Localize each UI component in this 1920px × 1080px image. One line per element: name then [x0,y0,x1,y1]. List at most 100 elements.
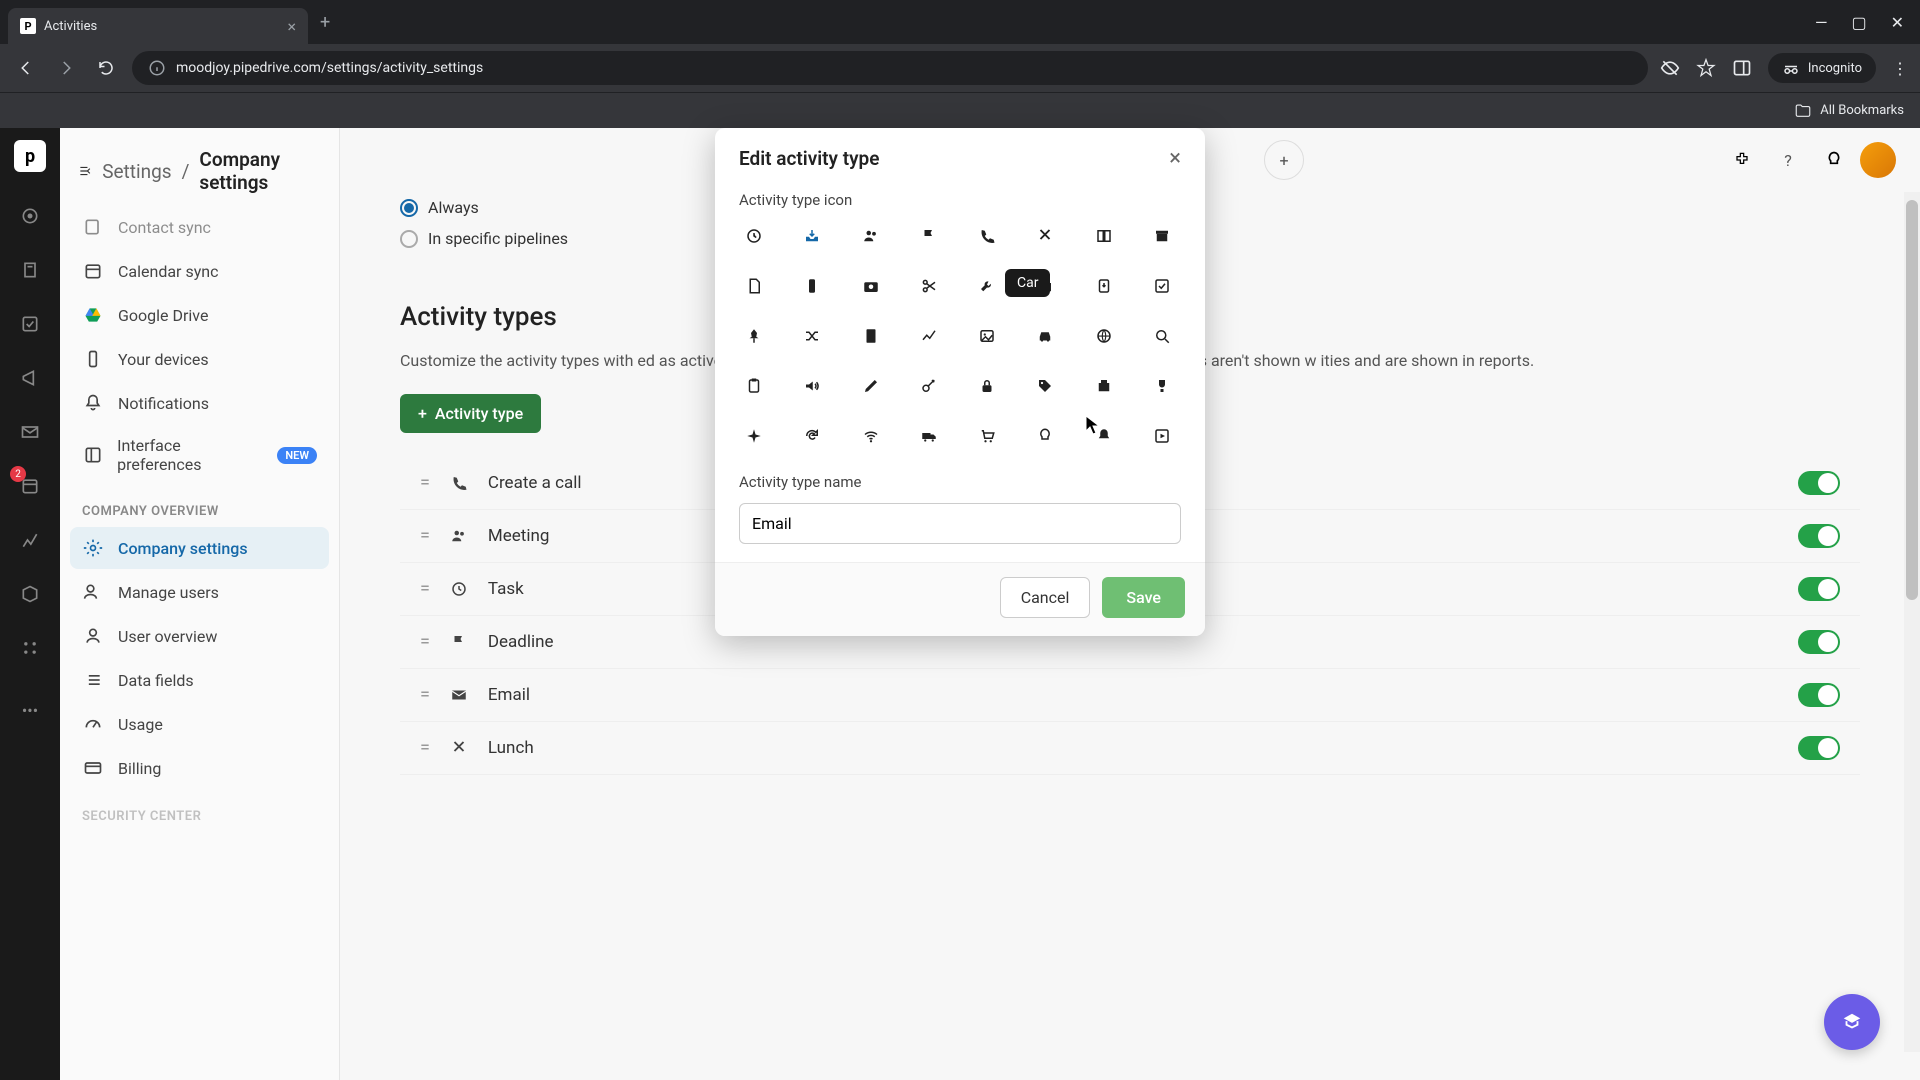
table-row[interactable]: = Lunch [400,722,1860,775]
sidebar-item-data-fields[interactable]: Data fields [70,659,329,701]
browser-tab[interactable]: P Activities × [8,8,308,44]
rail-mail-icon[interactable] [12,414,48,450]
wifi-icon[interactable] [856,421,886,451]
phone-icon[interactable] [972,221,1002,251]
cart-icon[interactable] [972,421,1002,451]
sidebar-item-interface-prefs[interactable]: Interface preferences NEW [70,426,329,484]
back-button[interactable] [12,54,40,82]
toggle-switch[interactable] [1798,577,1840,601]
lock-icon[interactable] [972,371,1002,401]
scrollbar-thumb[interactable] [1906,200,1918,600]
add-button[interactable]: + [1264,140,1304,180]
tag-icon[interactable] [1030,371,1060,401]
all-bookmarks-link[interactable]: All Bookmarks [1820,103,1904,118]
rail-box-icon[interactable] [12,576,48,612]
avatar[interactable] [1860,142,1896,178]
cancel-button[interactable]: Cancel [1000,577,1091,618]
new-tab-button[interactable]: + [320,12,330,33]
hide-eye-icon[interactable] [1660,58,1680,78]
toggle-switch[interactable] [1798,630,1840,654]
shuffle-icon[interactable] [797,321,827,351]
tab-close-icon[interactable]: × [287,17,296,36]
forward-button[interactable] [52,54,80,82]
incognito-badge[interactable]: Incognito [1768,53,1876,83]
world-icon[interactable] [1089,321,1119,351]
play-icon[interactable] [1147,421,1177,451]
volume-icon[interactable] [797,371,827,401]
reload-button[interactable] [92,54,120,82]
toggle-switch[interactable] [1798,736,1840,760]
drag-handle-icon[interactable]: = [420,684,430,705]
rail-calendar-icon[interactable]: 2 [12,468,48,504]
scissors-icon[interactable] [914,271,944,301]
breadcrumb-parent[interactable]: Settings [102,160,171,183]
sidebar-item-usage[interactable]: Usage [70,703,329,745]
activity-name-input[interactable] [739,503,1181,544]
rail-more-icon[interactable]: ••• [12,692,48,728]
drag-handle-icon[interactable]: = [420,525,430,546]
minimize-icon[interactable]: — [1815,13,1828,32]
mobile-icon[interactable] [797,271,827,301]
puzzle-icon[interactable] [1732,150,1752,170]
help-icon[interactable]: ? [1768,140,1808,180]
kebab-menu-icon[interactable]: ⋮ [1892,59,1908,78]
sidebar-item-google-drive[interactable]: Google Drive [70,294,329,336]
clipboard-icon[interactable] [739,371,769,401]
sidebar-item-calendar-sync[interactable]: Calendar sync [70,250,329,292]
book-icon[interactable] [1089,221,1119,251]
drag-handle-icon[interactable]: = [420,578,430,599]
rail-apps-icon[interactable] [12,630,48,666]
toggle-switch[interactable] [1798,471,1840,495]
sidebar-item-manage-users[interactable]: Manage users [70,571,329,613]
rail-campaign-icon[interactable] [12,360,48,396]
sidebar-item-your-devices[interactable]: Your devices [70,338,329,380]
wrench-icon[interactable] [972,271,1002,301]
bulb-icon[interactable] [1824,150,1844,170]
utensils-icon[interactable] [1030,221,1060,251]
trophy-icon[interactable] [1147,371,1177,401]
rail-building-icon[interactable] [12,252,48,288]
sidebar-item-billing[interactable]: Billing [70,747,329,789]
toggle-switch[interactable] [1798,524,1840,548]
drag-handle-icon[interactable]: = [420,737,430,758]
app-logo[interactable]: p [14,140,46,172]
close-window-icon[interactable]: ✕ [1891,13,1904,32]
inbox-icon[interactable] [797,221,827,251]
file-icon[interactable] [739,271,769,301]
drag-handle-icon[interactable]: = [420,472,430,493]
add-activity-type-button[interactable]: + Activity type [400,394,541,433]
sidebar-item-company-settings[interactable]: Company settings [70,527,329,569]
rail-check-icon[interactable] [12,306,48,342]
sidebar-item-contact-sync[interactable]: Contact sync [70,206,329,248]
toggle-switch[interactable] [1798,683,1840,707]
brush-icon[interactable] [856,371,886,401]
car-icon[interactable] [1030,321,1060,351]
bell-icon[interactable] [1089,421,1119,451]
save-button[interactable]: Save [1102,577,1185,618]
people-icon[interactable] [856,221,886,251]
suitcase-icon[interactable] [1089,371,1119,401]
help-fab[interactable] [1824,994,1880,1050]
panel-icon[interactable] [1732,58,1752,78]
sidebar-item-notifications[interactable]: Notifications [70,382,329,424]
maximize-icon[interactable]: ▢ [1851,13,1866,32]
key-icon[interactable] [914,371,944,401]
drag-handle-icon[interactable]: = [420,631,430,652]
search-icon[interactable] [1147,321,1177,351]
bookmark-star-icon[interactable] [1696,58,1716,78]
collapse-icon[interactable] [78,162,92,180]
image-icon[interactable] [972,321,1002,351]
bulb-icon[interactable] [1030,421,1060,451]
truck-icon[interactable] [914,421,944,451]
camera-icon[interactable] [856,271,886,301]
clipboard-in-icon[interactable] [1089,271,1119,301]
pin-icon[interactable] [739,321,769,351]
table-row[interactable]: = Email [400,669,1860,722]
rail-target-icon[interactable] [12,198,48,234]
check-square-icon[interactable] [1147,271,1177,301]
doc-icon[interactable] [856,321,886,351]
archive-icon[interactable] [1147,221,1177,251]
close-icon[interactable]: × [1169,146,1181,171]
sidebar-item-user-overview[interactable]: User overview [70,615,329,657]
plane-icon[interactable] [739,421,769,451]
